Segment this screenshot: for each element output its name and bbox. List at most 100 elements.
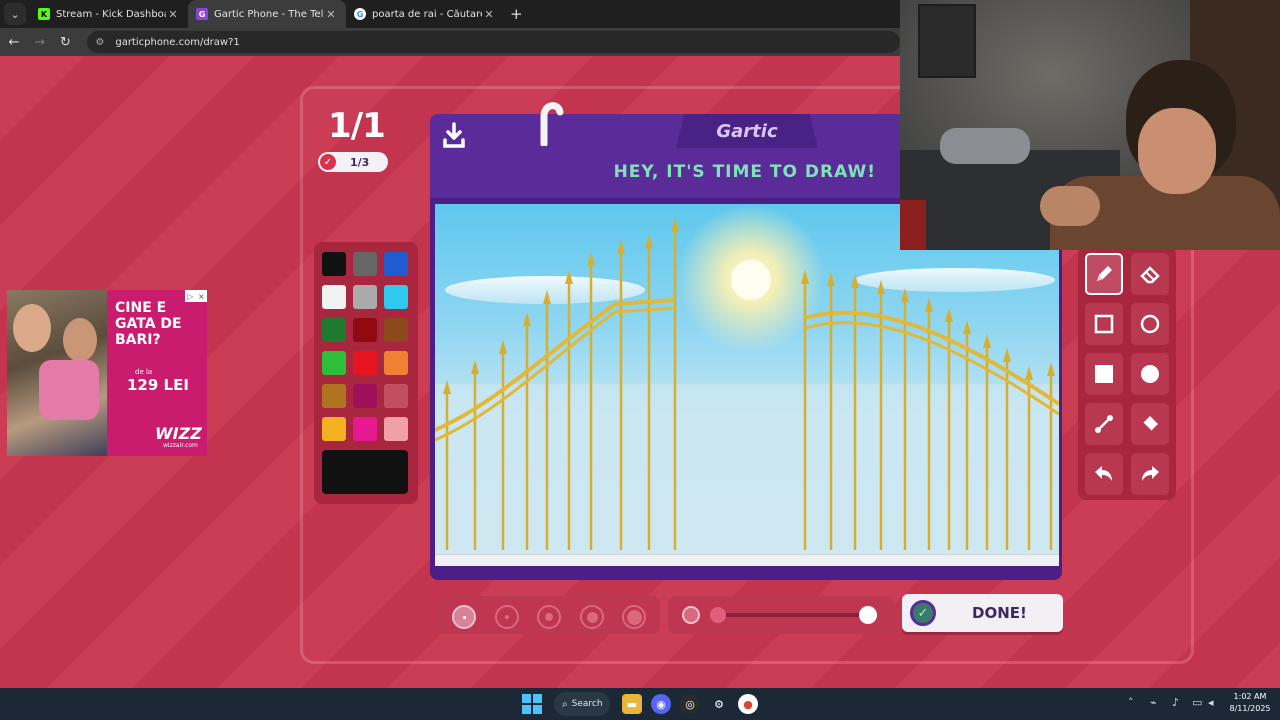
tab-google[interactable]: G poarta de rai - Căutare Google ✕ — [346, 0, 504, 28]
fence-spike — [523, 312, 531, 326]
webcam-person-face — [1138, 108, 1216, 194]
fence-spike — [1003, 348, 1011, 362]
color-swatch[interactable] — [353, 351, 377, 375]
system-clock[interactable]: 1:02 AM 8/11/2025 — [1226, 691, 1274, 715]
color-swatch[interactable] — [353, 417, 377, 441]
windows-start-icon[interactable] — [522, 694, 542, 714]
tab-gartic[interactable]: G Gartic Phone - The Telephone G ✕ — [188, 0, 346, 28]
address-bar[interactable]: ⚙ garticphone.com/draw?1 — [87, 31, 900, 53]
bucket-icon[interactable] — [1131, 403, 1169, 445]
color-swatch[interactable] — [322, 318, 346, 342]
board-footer — [435, 554, 1059, 566]
color-swatch[interactable] — [384, 318, 408, 342]
tab-search-chevron-icon[interactable]: ⌄ — [4, 3, 26, 25]
fence-spike — [1025, 366, 1033, 380]
draw-prompt: HEY, IT'S TIME TO DRAW! — [613, 162, 876, 182]
players-done-count: 1/3 — [350, 155, 370, 169]
network-icon[interactable]: ⌁ — [1150, 696, 1157, 709]
volume-icon[interactable]: ◂ — [1208, 696, 1214, 709]
fence-spike — [983, 334, 991, 348]
check-icon: ✓ — [320, 154, 336, 170]
color-swatch[interactable] — [384, 417, 408, 441]
tool-panel — [1078, 246, 1176, 500]
ad-person-2 — [63, 318, 97, 362]
wizz-air-ad[interactable]: CINE E GATA DE BARI? de la 129 LEI WIZZ … — [7, 290, 207, 456]
brush-size-4[interactable] — [580, 605, 604, 629]
clock-time: 1:02 AM — [1233, 692, 1267, 701]
browser-toolbar: ← → ↻ ⚙ garticphone.com/draw?1 — [0, 28, 900, 56]
brush-size-3[interactable] — [537, 605, 561, 629]
color-swatch[interactable] — [322, 351, 346, 375]
ad-price-prefix: de la — [135, 368, 153, 376]
pencil-icon[interactable] — [1085, 253, 1123, 295]
color-swatch[interactable] — [353, 384, 377, 408]
opacity-slider[interactable] — [668, 596, 894, 634]
taskbar-search[interactable]: ⌕ Search — [554, 692, 610, 716]
chrome-icon[interactable]: ● — [738, 694, 758, 714]
fence-spike — [945, 308, 953, 322]
steam-icon[interactable]: ⚙ — [709, 694, 729, 714]
display-icon[interactable]: ▭ — [1192, 696, 1202, 709]
ad-person-1 — [13, 304, 51, 352]
redo-icon[interactable] — [1131, 453, 1169, 495]
circle-fill-icon[interactable] — [1131, 353, 1169, 395]
gartic-icon: G — [196, 8, 208, 20]
done-label: DONE! — [972, 604, 1027, 622]
done-button[interactable]: ✓ DONE! — [902, 594, 1063, 632]
circle-outline-icon[interactable] — [1131, 303, 1169, 345]
adchoices-icon[interactable]: ▷ — [187, 292, 193, 301]
clock-date: 8/11/2025 — [1229, 704, 1271, 713]
file-explorer-icon[interactable]: ▬ — [622, 694, 642, 714]
taskbar: ⌕ Search ▬ ◉ ◎ ⚙ ● ˄ ⌁ ♪ ▭ ◂ 1:02 AM 8/1… — [0, 688, 1280, 720]
close-icon[interactable]: ✕ — [324, 8, 338, 21]
webcam-overlay — [900, 0, 1280, 250]
color-swatch[interactable] — [322, 384, 346, 408]
close-icon[interactable]: × — [198, 292, 205, 301]
color-swatch[interactable] — [322, 417, 346, 441]
obs-icon[interactable]: ◎ — [680, 694, 700, 714]
color-swatch[interactable] — [384, 252, 408, 276]
brush-size-5[interactable] — [622, 605, 646, 629]
color-swatch[interactable] — [384, 351, 408, 375]
site-info-icon[interactable]: ⚙ — [95, 37, 107, 48]
google-icon: G — [354, 8, 366, 20]
close-icon[interactable]: ✕ — [166, 8, 180, 21]
reload-icon[interactable]: ↻ — [54, 30, 78, 54]
line-icon[interactable] — [1085, 403, 1123, 445]
new-tab-button[interactable]: + — [510, 5, 523, 23]
chevron-up-icon[interactable]: ˄ — [1128, 696, 1134, 709]
color-swatch[interactable] — [384, 384, 408, 408]
drawing-canvas[interactable] — [435, 204, 1059, 554]
color-swatch[interactable] — [353, 318, 377, 342]
close-icon[interactable]: ✕ — [482, 8, 496, 21]
eraser-icon[interactable] — [1131, 253, 1169, 295]
browser-tab-bar: ⌄ K Stream - Kick Dashboard ✕ G Gartic P… — [0, 0, 900, 28]
ad-brand-logo: WIZZ — [155, 424, 202, 443]
color-swatch[interactable] — [353, 252, 377, 276]
brush-size-1[interactable] — [452, 605, 476, 629]
fence-spike — [587, 252, 595, 266]
fence-spike — [645, 234, 653, 248]
ad-badge[interactable]: ▷ × — [185, 290, 207, 302]
rectangle-fill-icon[interactable] — [1085, 353, 1123, 395]
brush-size-2[interactable] — [495, 605, 519, 629]
search-label: Search — [571, 699, 603, 709]
rectangle-outline-icon[interactable] — [1085, 303, 1123, 345]
download-icon[interactable] — [442, 122, 466, 150]
color-swatch[interactable] — [322, 252, 346, 276]
round-counter: 1/1 — [328, 106, 386, 146]
color-swatch[interactable] — [322, 285, 346, 309]
check-icon: ✓ — [910, 600, 936, 626]
discord-icon[interactable]: ◉ — [651, 694, 671, 714]
fence-spike — [963, 320, 971, 334]
back-arrow-icon[interactable]: ← — [2, 30, 26, 54]
tab-kick[interactable]: K Stream - Kick Dashboard ✕ — [30, 0, 188, 28]
fence-spike — [499, 340, 507, 354]
microphone-icon[interactable]: ♪ — [1172, 696, 1179, 709]
color-swatch[interactable] — [353, 285, 377, 309]
webcam-red-object — [900, 200, 926, 250]
forward-arrow-icon[interactable]: → — [28, 30, 52, 54]
undo-icon[interactable] — [1085, 453, 1123, 495]
search-icon: ⌕ — [562, 698, 568, 710]
color-swatch[interactable] — [384, 285, 408, 309]
